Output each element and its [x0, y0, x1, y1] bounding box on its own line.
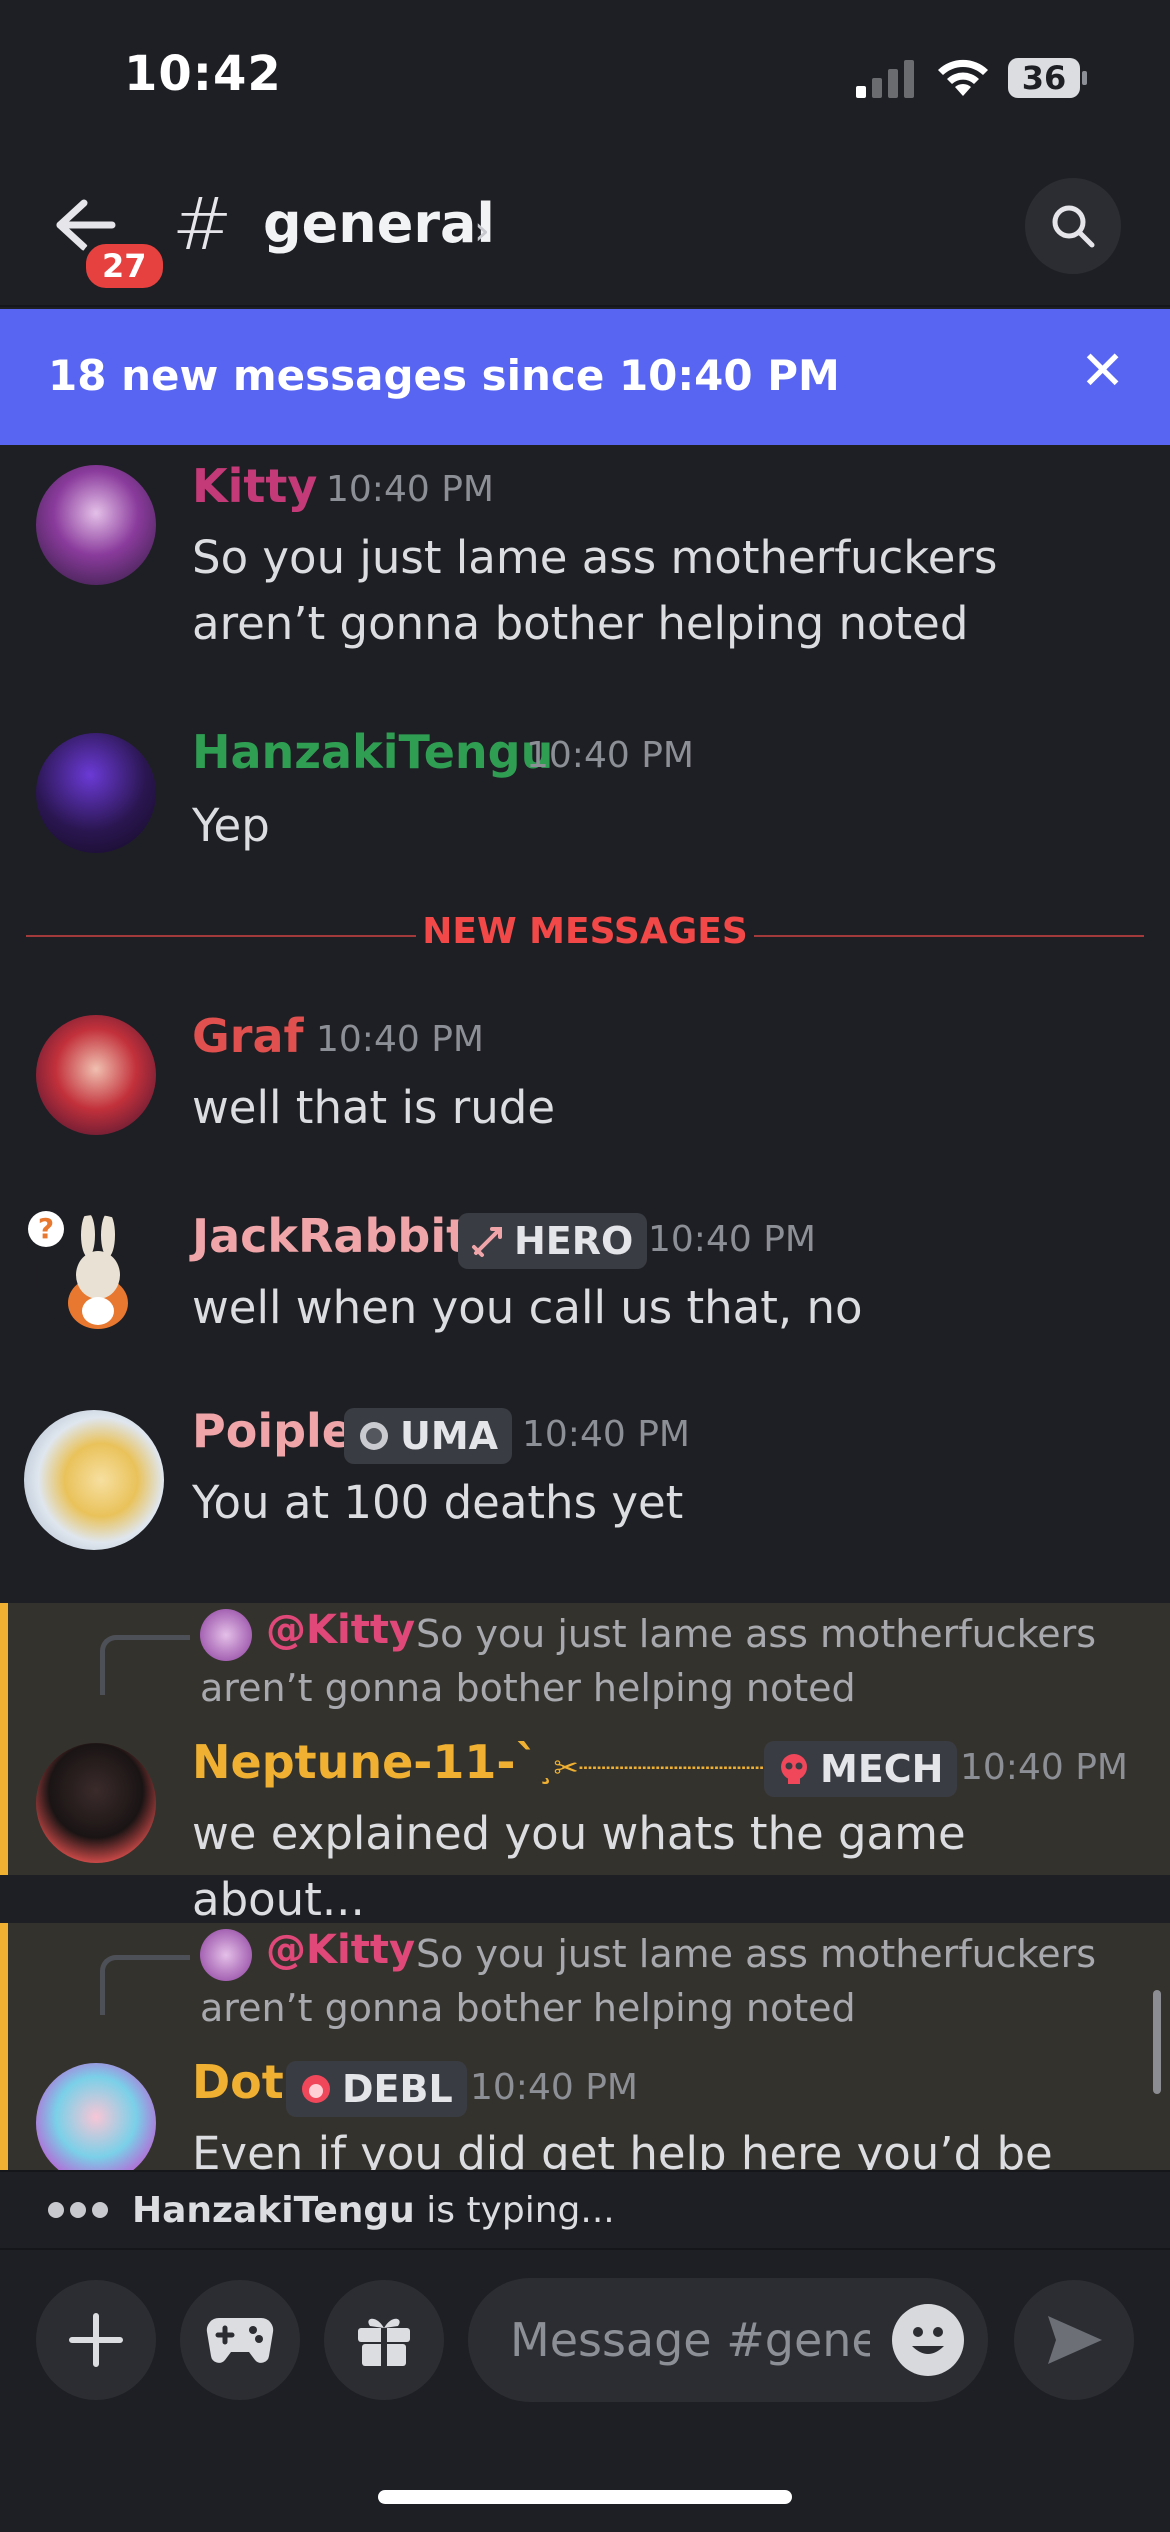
new-messages-divider: NEW MESSAGES [26, 905, 1144, 965]
send-button[interactable] [1014, 2280, 1134, 2400]
message-list[interactable]: Kitty 10:40 PM So you just lame ass moth… [0, 445, 1170, 2170]
typing-dots-icon [48, 2202, 114, 2222]
reply-preview-text[interactable]: So you just lame ass motherfuckers aren’… [200, 1927, 1100, 2035]
message-text: Even if you did get help here you’d be b… [192, 2127, 1053, 2170]
skull-icon [781, 1754, 807, 1784]
avatar[interactable] [36, 2063, 156, 2170]
message-input[interactable] [510, 2308, 870, 2372]
new-messages-banner-text: 18 new messages since 10:40 PM [48, 351, 840, 400]
message-item: Kitty 10:40 PM So you just lame ass moth… [0, 459, 1170, 665]
message-timestamp: 10:40 PM [316, 1019, 484, 1060]
message-timestamp: 10:40 PM [526, 735, 694, 776]
role-tag-label: MECH [820, 1747, 944, 1791]
typing-indicator: HanzakiTengu is typing... [0, 2170, 1170, 2250]
reply-preview-text[interactable]: So you just lame ass motherfuckers aren’… [200, 1607, 1100, 1715]
mention-highlight: @Kitty So you just lame ass motherfucker… [0, 1923, 1170, 2170]
reply-connector [100, 1635, 190, 1695]
typing-user: HanzakiTengu [132, 2190, 415, 2231]
plus-icon [69, 2313, 123, 2367]
avatar[interactable] [36, 1743, 156, 1863]
role-tag-label: UMA [400, 1414, 499, 1458]
avatar[interactable] [36, 465, 156, 585]
message-input-wrapper [468, 2278, 988, 2402]
battery-level: 36 [1021, 59, 1067, 97]
scrollbar[interactable] [1153, 1990, 1161, 2094]
message-text: Yep [192, 799, 270, 852]
add-attachment-button[interactable] [36, 2280, 156, 2400]
message-author[interactable]: HanzakiTengu [192, 725, 553, 779]
role-tag-label: DEBL [342, 2067, 453, 2111]
role-tag[interactable]: MECH [764, 1741, 958, 1797]
avatar[interactable] [36, 733, 156, 853]
channel-hash-icon: # [172, 182, 233, 266]
message-timestamp: 10:40 PM [470, 2067, 638, 2108]
new-messages-banner[interactable]: 18 new messages since 10:40 PM ✕ [0, 309, 1170, 445]
chevron-right-icon[interactable]: › [474, 208, 490, 254]
badge-icon [302, 2075, 330, 2103]
message-author[interactable]: Poiple [192, 1404, 353, 1458]
message-text: we explained you whats the game about... [192, 1807, 966, 1926]
badge-icon [360, 1422, 388, 1450]
typing-suffix: is typing... [414, 2190, 615, 2231]
message-timestamp: 10:40 PM [326, 469, 494, 510]
message-author[interactable]: Graf [192, 1009, 304, 1063]
gift-icon [358, 2318, 410, 2366]
close-icon[interactable]: ✕ [1080, 339, 1125, 402]
role-tag[interactable]: DEBL [286, 2061, 467, 2117]
avatar[interactable] [36, 1015, 156, 1135]
mention-highlight: @Kitty So you just lame ass motherfucker… [0, 1603, 1170, 1926]
battery-icon: 36 [1008, 58, 1088, 98]
avatar[interactable] [24, 1410, 164, 1550]
home-indicator[interactable] [378, 2490, 792, 2504]
help-question-icon: ? [28, 1211, 64, 1247]
message-item: ? JackRabbit HERO 10:40 PM well when you… [0, 1209, 1170, 1355]
role-tag[interactable]: HERO [458, 1213, 648, 1269]
message-timestamp: 10:40 PM [522, 1414, 690, 1455]
activities-button[interactable] [180, 2280, 300, 2400]
channel-name[interactable]: general [263, 192, 495, 255]
wifi-icon [938, 59, 988, 96]
reply-connector [100, 1955, 190, 2015]
message-item: Poiple UMA 10:40 PM You at 100 deaths ye… [0, 1404, 1170, 1570]
message-item: HanzakiTengu 10:40 PM Yep [0, 725, 1170, 865]
emoji-button[interactable] [892, 2304, 964, 2376]
unread-count-badge: 27 [80, 238, 169, 294]
status-bar: 10:42 36 [0, 0, 1170, 150]
role-tag[interactable]: UMA [344, 1408, 513, 1464]
message-author[interactable]: Dot [192, 2055, 284, 2109]
message-author[interactable]: Kitty [192, 459, 317, 513]
message-text: You at 100 deaths yet [192, 1476, 684, 1529]
gift-button[interactable] [324, 2280, 444, 2400]
divider-line [754, 935, 1144, 937]
role-tag-label: HERO [514, 1219, 634, 1263]
message-text: well when you call us that, no [192, 1281, 863, 1334]
message-text: well that is rude [192, 1081, 556, 1134]
message-timestamp: 10:40 PM [960, 1747, 1128, 1788]
search-button[interactable] [1025, 178, 1121, 274]
message-text: So you just lame ass motherfuckers aren’… [192, 531, 998, 650]
message-timestamp: 10:40 PM [648, 1219, 816, 1260]
gamepad-icon [206, 2317, 274, 2363]
send-icon [1048, 2316, 1102, 2364]
channel-header: 27 # general › [0, 150, 1170, 307]
author-name: Neptune-11-` [192, 1735, 539, 1789]
message-item: Graf 10:40 PM well that is rude [0, 1009, 1170, 1155]
message-author[interactable]: Neptune-11-`¸✂┈┈┈┈┈┈┈┈┈┈┈┈┈ [192, 1735, 813, 1789]
message-author[interactable]: JackRabbit [192, 1209, 468, 1263]
new-messages-label: NEW MESSAGES [422, 911, 748, 952]
typing-text: HanzakiTengu is typing... [132, 2190, 615, 2231]
smiley-icon [912, 2327, 944, 2354]
status-time: 10:42 [124, 46, 282, 102]
search-icon [1052, 205, 1095, 248]
cellular-signal-icon [856, 60, 914, 98]
sword-icon [472, 1227, 502, 1257]
